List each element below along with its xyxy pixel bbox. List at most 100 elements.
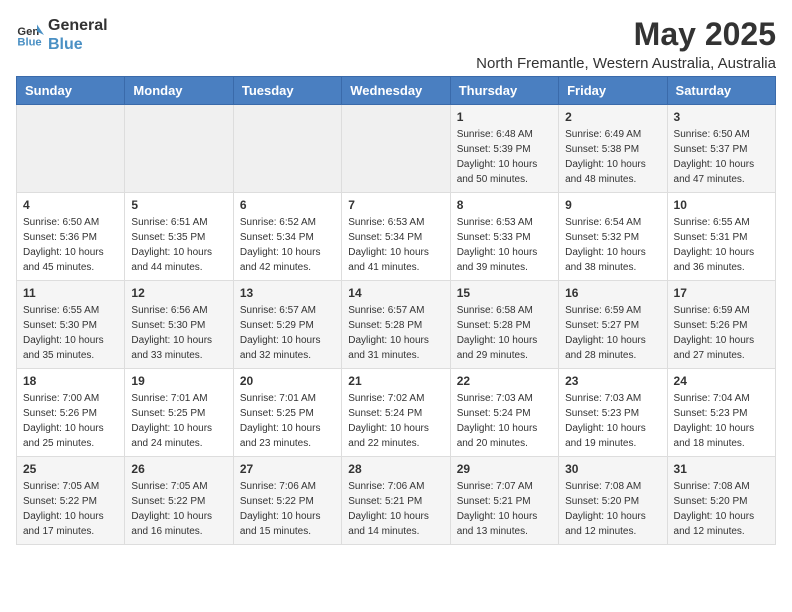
calendar-table: Sunday Monday Tuesday Wednesday Thursday… <box>16 76 776 545</box>
logo-icon: Gen Blue <box>16 21 44 49</box>
day-info: Sunrise: 7:03 AM Sunset: 5:23 PM Dayligh… <box>565 391 660 451</box>
day-number: 22 <box>457 374 552 388</box>
header: Gen Blue General Blue May 2025 North Fre… <box>16 16 776 72</box>
header-thursday: Thursday <box>450 77 558 105</box>
table-row: 5 Sunrise: 6:51 AM Sunset: 5:35 PM Daylig… <box>125 193 233 281</box>
day-info: Sunrise: 6:50 AM Sunset: 5:37 PM Dayligh… <box>674 127 769 187</box>
day-info: Sunrise: 7:08 AM Sunset: 5:20 PM Dayligh… <box>674 479 769 539</box>
logo-text: General Blue <box>48 16 108 54</box>
day-info: Sunrise: 6:58 AM Sunset: 5:28 PM Dayligh… <box>457 303 552 363</box>
table-row: 7 Sunrise: 6:53 AM Sunset: 5:34 PM Daylig… <box>342 193 450 281</box>
table-row: 26 Sunrise: 7:05 AM Sunset: 5:22 PM Dayli… <box>125 457 233 545</box>
day-info: Sunrise: 6:54 AM Sunset: 5:32 PM Dayligh… <box>565 215 660 275</box>
day-info: Sunrise: 6:55 AM Sunset: 5:30 PM Dayligh… <box>23 303 118 363</box>
day-number: 20 <box>240 374 335 388</box>
day-info: Sunrise: 6:59 AM Sunset: 5:27 PM Dayligh… <box>565 303 660 363</box>
day-number: 26 <box>131 462 226 476</box>
day-number: 14 <box>348 286 443 300</box>
day-number: 19 <box>131 374 226 388</box>
calendar-week-row: 11Sunrise: 6:55 AM Sunset: 5:30 PM Dayli… <box>17 281 776 369</box>
calendar-subtitle: North Fremantle, Western Australia, Aust… <box>476 55 776 72</box>
table-row: 28 Sunrise: 7:06 AM Sunset: 5:21 PM Dayli… <box>342 457 450 545</box>
header-saturday: Saturday <box>667 77 775 105</box>
table-row <box>17 105 125 193</box>
day-number: 12 <box>131 286 226 300</box>
table-row: 3 Sunrise: 6:50 AM Sunset: 5:37 PM Daylig… <box>667 105 775 193</box>
table-row: 8 Sunrise: 6:53 AM Sunset: 5:33 PM Daylig… <box>450 193 558 281</box>
calendar-header-row: Sunday Monday Tuesday Wednesday Thursday… <box>17 77 776 105</box>
day-number: 31 <box>674 462 769 476</box>
day-number: 25 <box>23 462 118 476</box>
day-info: Sunrise: 6:56 AM Sunset: 5:30 PM Dayligh… <box>131 303 226 363</box>
day-info: Sunrise: 7:06 AM Sunset: 5:22 PM Dayligh… <box>240 479 335 539</box>
table-row: 6 Sunrise: 6:52 AM Sunset: 5:34 PM Daylig… <box>233 193 341 281</box>
table-row: 9 Sunrise: 6:54 AM Sunset: 5:32 PM Daylig… <box>559 193 667 281</box>
day-number: 10 <box>674 198 769 212</box>
day-info: Sunrise: 7:08 AM Sunset: 5:20 PM Dayligh… <box>565 479 660 539</box>
day-number: 13 <box>240 286 335 300</box>
table-row: 29 Sunrise: 7:07 AM Sunset: 5:21 PM Dayli… <box>450 457 558 545</box>
day-number: 24 <box>674 374 769 388</box>
table-row: 18 Sunrise: 7:00 AM Sunset: 5:26 PM Dayli… <box>17 369 125 457</box>
table-row <box>125 105 233 193</box>
day-number: 7 <box>348 198 443 212</box>
table-row: 15Sunrise: 6:58 AM Sunset: 5:28 PM Dayli… <box>450 281 558 369</box>
table-row: 19Sunrise: 7:01 AM Sunset: 5:25 PM Dayli… <box>125 369 233 457</box>
day-number: 9 <box>565 198 660 212</box>
day-info: Sunrise: 6:48 AM Sunset: 5:39 PM Dayligh… <box>457 127 552 187</box>
day-info: Sunrise: 6:59 AM Sunset: 5:26 PM Dayligh… <box>674 303 769 363</box>
table-row: 11Sunrise: 6:55 AM Sunset: 5:30 PM Dayli… <box>17 281 125 369</box>
day-number: 23 <box>565 374 660 388</box>
day-info: Sunrise: 6:52 AM Sunset: 5:34 PM Dayligh… <box>240 215 335 275</box>
table-row: 4Sunrise: 6:50 AM Sunset: 5:36 PM Daylig… <box>17 193 125 281</box>
header-monday: Monday <box>125 77 233 105</box>
day-number: 17 <box>674 286 769 300</box>
day-info: Sunrise: 6:53 AM Sunset: 5:33 PM Dayligh… <box>457 215 552 275</box>
header-sunday: Sunday <box>17 77 125 105</box>
day-number: 3 <box>674 110 769 124</box>
day-number: 1 <box>457 110 552 124</box>
calendar-title: May 2025 <box>476 16 776 53</box>
header-wednesday: Wednesday <box>342 77 450 105</box>
day-info: Sunrise: 7:00 AM Sunset: 5:26 PM Dayligh… <box>23 391 118 451</box>
day-info: Sunrise: 6:49 AM Sunset: 5:38 PM Dayligh… <box>565 127 660 187</box>
day-number: 28 <box>348 462 443 476</box>
calendar-week-row: 25 Sunrise: 7:05 AM Sunset: 5:22 PM Dayli… <box>17 457 776 545</box>
header-friday: Friday <box>559 77 667 105</box>
day-info: Sunrise: 7:07 AM Sunset: 5:21 PM Dayligh… <box>457 479 552 539</box>
day-info: Sunrise: 6:57 AM Sunset: 5:29 PM Dayligh… <box>240 303 335 363</box>
table-row: 22Sunrise: 7:03 AM Sunset: 5:24 PM Dayli… <box>450 369 558 457</box>
table-row: 30Sunrise: 7:08 AM Sunset: 5:20 PM Dayli… <box>559 457 667 545</box>
day-number: 5 <box>131 198 226 212</box>
table-row: 10Sunrise: 6:55 AM Sunset: 5:31 PM Dayli… <box>667 193 775 281</box>
day-number: 29 <box>457 462 552 476</box>
table-row: 1 Sunrise: 6:48 AM Sunset: 5:39 PM Daylig… <box>450 105 558 193</box>
title-area: May 2025 North Fremantle, Western Austra… <box>476 16 776 72</box>
day-info: Sunrise: 7:05 AM Sunset: 5:22 PM Dayligh… <box>131 479 226 539</box>
day-info: Sunrise: 7:05 AM Sunset: 5:22 PM Dayligh… <box>23 479 118 539</box>
table-row: 13 Sunrise: 6:57 AM Sunset: 5:29 PM Dayli… <box>233 281 341 369</box>
day-number: 6 <box>240 198 335 212</box>
day-number: 16 <box>565 286 660 300</box>
day-number: 2 <box>565 110 660 124</box>
table-row: 27 Sunrise: 7:06 AM Sunset: 5:22 PM Dayli… <box>233 457 341 545</box>
table-row: 25 Sunrise: 7:05 AM Sunset: 5:22 PM Dayli… <box>17 457 125 545</box>
header-tuesday: Tuesday <box>233 77 341 105</box>
day-number: 27 <box>240 462 335 476</box>
calendar-week-row: 4Sunrise: 6:50 AM Sunset: 5:36 PM Daylig… <box>17 193 776 281</box>
day-info: Sunrise: 6:51 AM Sunset: 5:35 PM Dayligh… <box>131 215 226 275</box>
day-info: Sunrise: 6:53 AM Sunset: 5:34 PM Dayligh… <box>348 215 443 275</box>
table-row: 24 Sunrise: 7:04 AM Sunset: 5:23 PM Dayli… <box>667 369 775 457</box>
table-row: 16 Sunrise: 6:59 AM Sunset: 5:27 PM Dayli… <box>559 281 667 369</box>
table-row: 12 Sunrise: 6:56 AM Sunset: 5:30 PM Dayli… <box>125 281 233 369</box>
day-number: 18 <box>23 374 118 388</box>
table-row <box>342 105 450 193</box>
logo: Gen Blue General Blue <box>16 16 108 54</box>
day-info: Sunrise: 6:50 AM Sunset: 5:36 PM Dayligh… <box>23 215 118 275</box>
day-info: Sunrise: 7:06 AM Sunset: 5:21 PM Dayligh… <box>348 479 443 539</box>
day-info: Sunrise: 7:04 AM Sunset: 5:23 PM Dayligh… <box>674 391 769 451</box>
svg-text:Blue: Blue <box>17 37 41 49</box>
day-number: 8 <box>457 198 552 212</box>
day-info: Sunrise: 7:02 AM Sunset: 5:24 PM Dayligh… <box>348 391 443 451</box>
logo-blue: Blue <box>48 36 83 53</box>
